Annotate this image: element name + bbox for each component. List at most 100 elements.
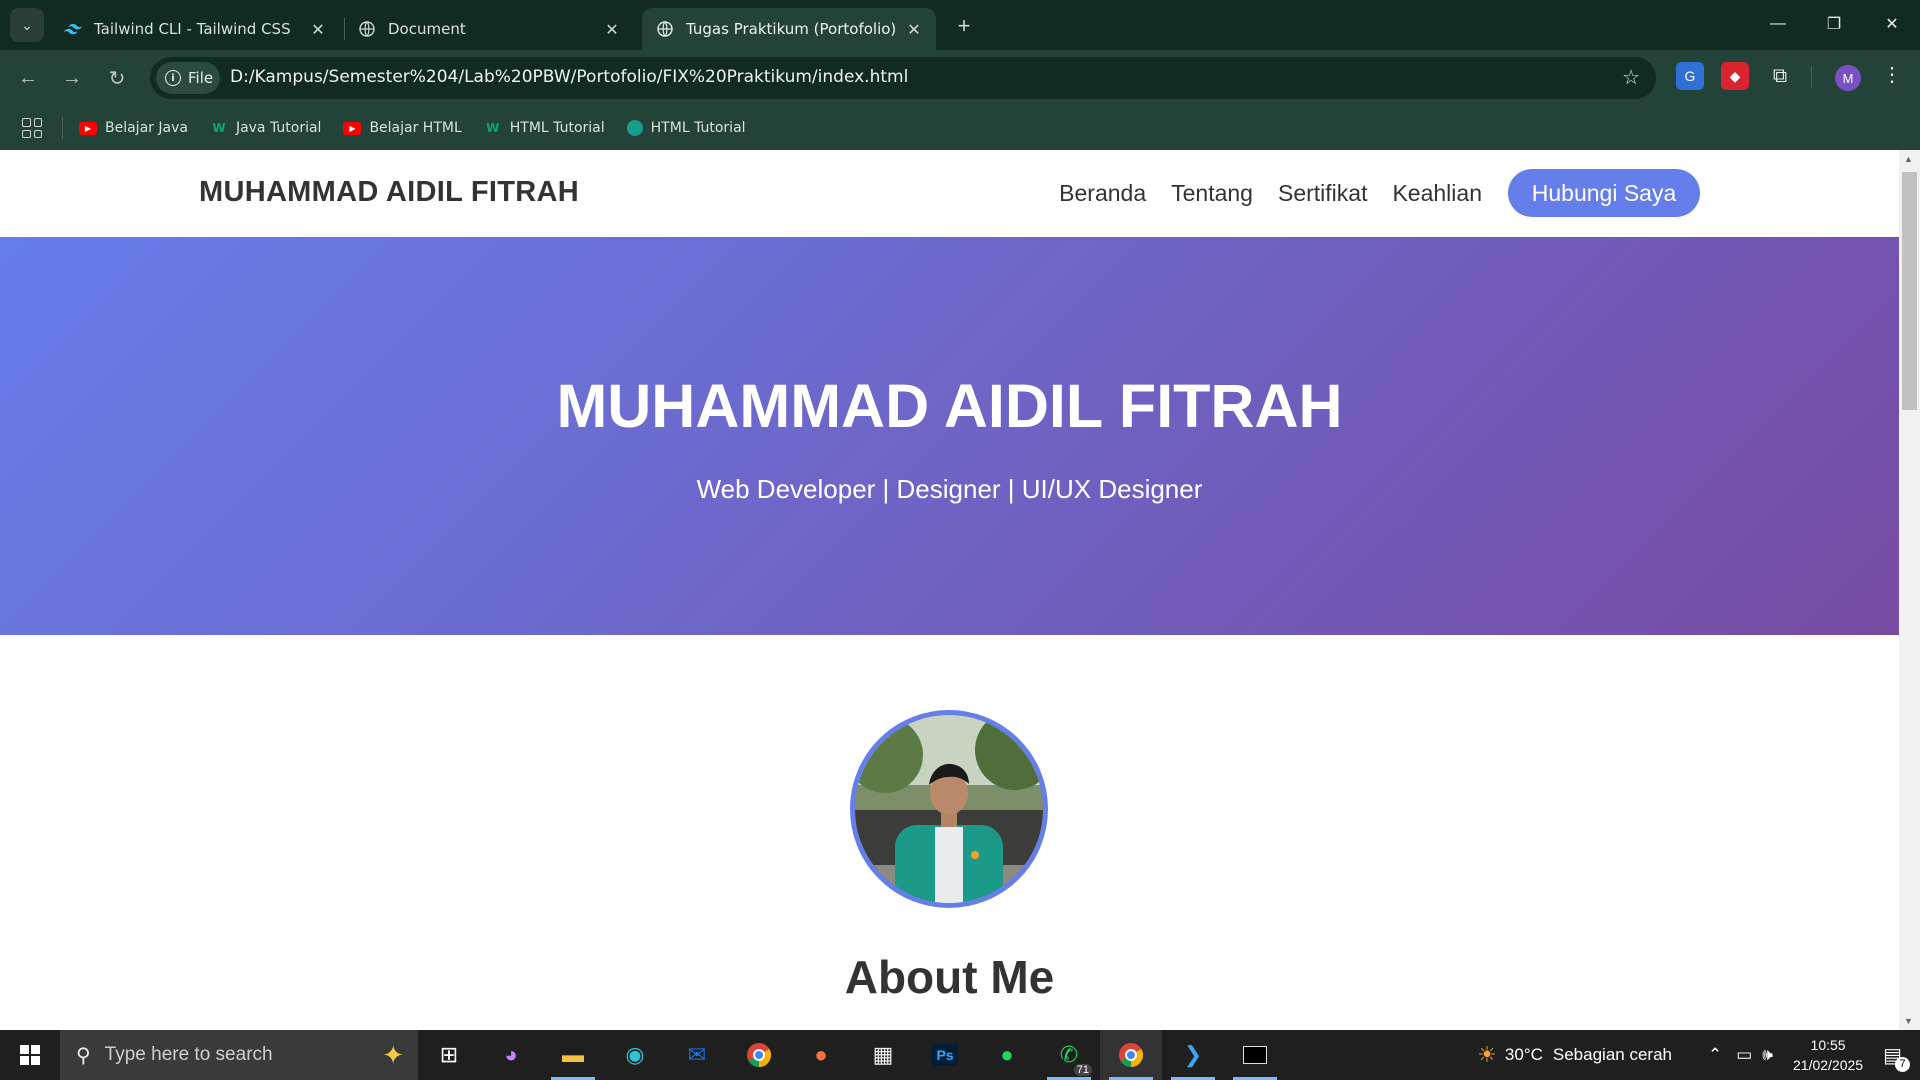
weather-text[interactable]: Sebagian cerah <box>1553 1045 1672 1065</box>
clock-date: 21/02/2025 <box>1793 1057 1864 1073</box>
bookmark-item[interactable]: ▶ Belajar HTML <box>343 120 462 136</box>
spotify-icon[interactable]: ● <box>976 1030 1038 1080</box>
youtube-icon: ▶ <box>79 121 97 135</box>
bookmark-label: HTML Tutorial <box>650 120 746 136</box>
chrome-icon[interactable] <box>728 1030 790 1080</box>
file-explorer-icon[interactable]: ▬ <box>542 1030 604 1080</box>
microsoft-store-icon[interactable]: ▦ <box>852 1030 914 1080</box>
windows-start-icon[interactable] <box>0 1030 60 1080</box>
whatsapp-icon[interactable]: ✆ 71 <box>1038 1030 1100 1080</box>
battery-icon[interactable]: ▭ <box>1736 1045 1752 1065</box>
profile-avatar[interactable]: M <box>1835 65 1861 91</box>
bookmark-label: HTML Tutorial <box>509 120 605 136</box>
site-brand[interactable]: MUHAMMAD AIDIL FITRAH <box>199 176 579 209</box>
extensions-puzzle-icon[interactable]: ⧉ <box>1766 62 1794 90</box>
tailwind-icon <box>64 20 82 38</box>
hero-title: MUHAMMAD AIDIL FITRAH <box>556 372 1343 440</box>
site-icon <box>626 120 643 136</box>
browser-tab-strip: ⌄ Tailwind CLI - Tailwind CSS ✕ Document… <box>0 0 1920 50</box>
new-tab-plus-icon[interactable]: + <box>950 12 978 40</box>
page-scrollbar[interactable]: ▲ ▼ <box>1899 150 1920 1030</box>
clock[interactable]: 10:55 21/02/2025 <box>1793 1035 1863 1075</box>
firefox-icon[interactable]: ● <box>790 1030 852 1080</box>
edge-browser-icon[interactable]: ◉ <box>604 1030 666 1080</box>
nav-link-beranda[interactable]: Beranda <box>1059 180 1146 207</box>
bookmark-label: Belajar Java <box>105 120 188 136</box>
nav-links: Beranda Tentang Sertifikat Keahlian Hubu… <box>1059 168 1899 218</box>
w3schools-icon: W <box>212 121 226 135</box>
scrollbar-thumb[interactable] <box>1902 172 1917 410</box>
bookmark-item[interactable]: W HTML Tutorial <box>484 120 605 136</box>
tab-title: Document <box>388 20 466 38</box>
weather-icon[interactable]: ☀ <box>1477 1042 1497 1068</box>
browser-toolbar: ← → ↻ i File D:/Kampus/Semester%204/Lab%… <box>0 50 1920 106</box>
bookmark-star-icon[interactable]: ☆ <box>1622 65 1640 90</box>
tab-document[interactable]: Document ✕ <box>344 8 634 50</box>
tab-title: Tailwind CLI - Tailwind CSS <box>94 20 291 38</box>
task-view-icon[interactable]: ⊞ <box>418 1030 480 1080</box>
vscode-icon[interactable]: ❯ <box>1162 1030 1224 1080</box>
tab-title: Tugas Praktikum (Portofolio) <box>686 20 897 38</box>
nav-link-tentang[interactable]: Tentang <box>1171 180 1253 207</box>
close-window-icon[interactable]: ✕ <box>1864 0 1920 48</box>
reload-icon[interactable]: ↻ <box>101 62 133 94</box>
notification-count: 7 <box>1895 1056 1910 1072</box>
bookmarks-divider <box>62 117 63 139</box>
chrome-profile-active-icon[interactable] <box>1100 1030 1162 1080</box>
copilot-icon[interactable]: ◕ <box>480 1030 542 1080</box>
outlook-icon[interactable]: ✉ <box>666 1030 728 1080</box>
bookmark-item[interactable]: ▶ Belajar Java <box>79 120 188 136</box>
contact-button[interactable]: Hubungi Saya <box>1508 169 1700 217</box>
url-text[interactable]: D:/Kampus/Semester%204/Lab%20PBW/Portofo… <box>230 67 908 87</box>
weather-temp[interactable]: 30°C <box>1505 1045 1543 1065</box>
bookmark-label: Belajar HTML <box>369 120 462 136</box>
notification-icon[interactable]: ▤ 7 <box>1883 1043 1910 1072</box>
whatsapp-badge: 71 <box>1073 1064 1092 1076</box>
globe-icon <box>358 20 376 38</box>
close-tab-icon[interactable]: ✕ <box>306 17 330 41</box>
hero-subtitle: Web Developer | Designer | UI/UX Designe… <box>696 474 1203 504</box>
globe-icon <box>656 20 674 38</box>
volume-icon[interactable]: 🕪 <box>1762 1045 1773 1065</box>
scroll-up-arrow-icon[interactable]: ▲ <box>1904 154 1913 164</box>
about-heading: About Me <box>844 951 1055 1003</box>
google-translate-icon[interactable]: G <box>1676 62 1704 90</box>
web-page: MUHAMMAD AIDIL FITRAH Beranda Tentang Se… <box>0 150 1899 1030</box>
clock-time: 10:55 <box>1810 1037 1846 1053</box>
menu-kebab-icon[interactable]: ⋮ <box>1882 62 1902 87</box>
w3schools-icon: W <box>486 121 500 135</box>
forward-arrow-icon[interactable]: → <box>56 62 88 94</box>
address-bar[interactable]: i File D:/Kampus/Semester%204/Lab%20PBW/… <box>150 57 1656 99</box>
photoshop-icon[interactable]: Ps <box>914 1030 976 1080</box>
nav-link-keahlian[interactable]: Keahlian <box>1392 180 1482 207</box>
mendeley-extension-icon[interactable]: ◆ <box>1721 62 1749 90</box>
copilot-sparkle-icon: ✦ <box>382 1040 404 1070</box>
apps-grid-icon[interactable] <box>22 118 42 138</box>
close-tab-icon[interactable]: ✕ <box>600 17 624 41</box>
close-tab-icon[interactable]: ✕ <box>902 17 926 41</box>
taskbar-search-box[interactable]: ⚲ Type here to search ✦ <box>60 1030 418 1080</box>
back-arrow-icon[interactable]: ← <box>12 62 44 94</box>
system-tray: ☀ 30°C Sebagian cerah ⌃ ▭ 🕪 10:55 21/02/… <box>1477 1030 1920 1080</box>
search-icon: ⚲ <box>76 1044 91 1067</box>
tab-search-button[interactable]: ⌄ <box>10 8 44 42</box>
info-icon: i <box>165 70 181 86</box>
site-info-chip[interactable]: i File <box>156 62 220 94</box>
bookmark-item[interactable]: W Java Tutorial <box>210 120 322 136</box>
chevron-up-icon[interactable]: ⌃ <box>1708 1045 1722 1065</box>
bookmark-label: Java Tutorial <box>235 120 322 136</box>
bookmarks-bar: ▶ Belajar Java W Java Tutorial ▶ Belajar… <box>0 106 1920 150</box>
nav-link-sertifikat[interactable]: Sertifikat <box>1278 180 1367 207</box>
youtube-icon: ▶ <box>343 121 362 135</box>
hero-section: MUHAMMAD AIDIL FITRAH Web Developer | De… <box>0 237 1899 635</box>
minimize-icon[interactable]: — <box>1750 0 1806 48</box>
bookmark-item[interactable]: HTML Tutorial <box>626 120 746 136</box>
scheme-label: File <box>188 69 214 87</box>
tab-tailwind[interactable]: Tailwind CLI - Tailwind CSS ✕ <box>50 8 340 50</box>
terminal-icon[interactable] <box>1224 1030 1286 1080</box>
tab-portfolio-active[interactable]: Tugas Praktikum (Portofolio) ✕ <box>642 8 936 50</box>
profile-photo <box>850 710 1048 908</box>
toolbar-divider <box>1811 66 1812 88</box>
scroll-down-arrow-icon[interactable]: ▼ <box>1904 1016 1913 1026</box>
restore-icon[interactable]: ❐ <box>1806 0 1862 48</box>
